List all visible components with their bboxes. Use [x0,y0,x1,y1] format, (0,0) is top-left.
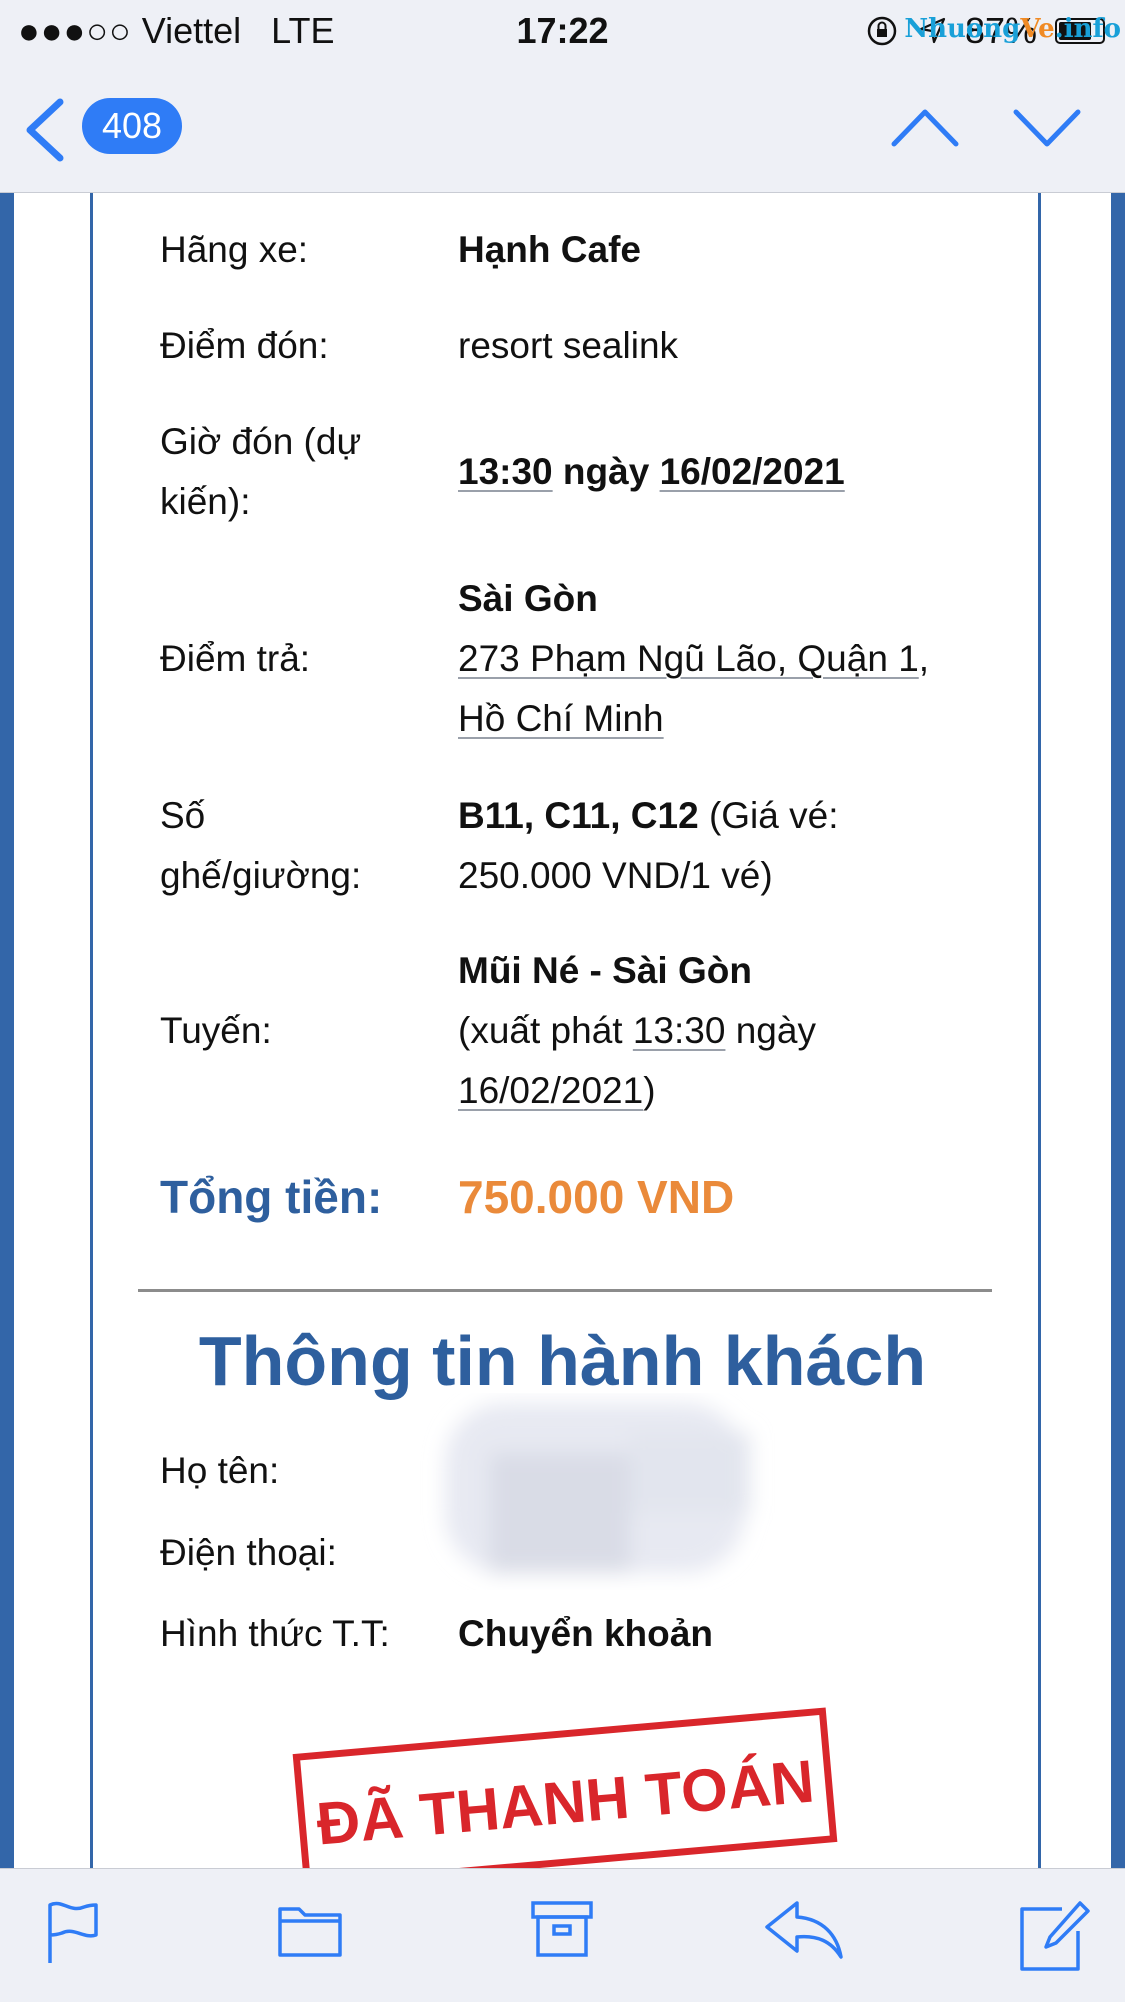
route-name: Mũi Né - Sài Gòn [458,950,752,991]
phone-label: Điện thoại: [160,1532,337,1573]
seats-label: Số ghế/giường: [160,795,362,896]
archive-icon[interactable] [530,1899,594,1959]
route-value: Mũi Né - Sài Gòn (xuất phát 13:30 ngày 1… [458,941,1018,1121]
back-chevron-icon[interactable] [22,98,66,162]
pickup-label: Điểm đón: [160,325,329,366]
pickup-time-value: 13:30 ngày 16/02/2021 [458,451,845,492]
mail-nav-bar: 408 [0,62,1125,193]
pickup-date-link[interactable]: 16/02/2021 [660,451,845,492]
name-label: Họ tên: [160,1450,280,1491]
seat-price: 250.000 VND/1 vé) [458,855,773,896]
unread-count-badge[interactable]: 408 [82,98,182,154]
payment-label: Hình thức T.T: [160,1613,390,1654]
dropoff-address-link[interactable]: 273 Phạm Ngũ Lão, Quận 1 [458,638,919,679]
paid-stamp: ĐÃ THANH TOÁN [292,1707,838,1868]
dropoff-value: Sài Gòn 273 Phạm Ngũ Lão, Quận 1, Hồ Chí… [458,569,1018,749]
redacted-blur [445,1403,750,1573]
payment-value: Chuyển khoản [458,1613,713,1654]
compose-icon[interactable] [1018,1899,1092,1973]
pickup-value: resort sealink [458,325,679,366]
status-bar: ●●●○○ Viettel LTE 17:22 87% NhuongVe.inf… [0,0,1125,62]
bottom-toolbar [0,1868,1125,2002]
previous-message-icon[interactable] [890,102,960,152]
seats-value: B11, C11, C12 (Giá vé: 250.000 VND/1 vé) [458,786,1018,906]
flag-icon[interactable] [44,1899,100,1965]
watermark-logo: NhuongVe.info [904,14,1121,44]
section-divider [138,1289,992,1292]
seat-numbers: B11, C11, C12 [458,795,699,836]
pickup-time-link[interactable]: 13:30 [458,451,553,492]
frame-right-bar [1111,193,1125,1868]
svg-text:ĐÃ THANH TOÁN: ĐÃ THANH TOÁN [314,1747,817,1857]
reply-icon[interactable] [763,1899,845,1961]
frame-left-bar [0,193,14,1868]
route-label: Tuyến: [160,1010,272,1051]
dropoff-label: Điểm trả: [160,638,311,679]
total-label: Tổng tiền: [160,1171,383,1223]
next-message-icon[interactable] [1012,102,1082,152]
carrier-value: Hạnh Cafe [458,229,641,270]
pickup-time-label: Giờ đón (dự kiến): [160,421,362,522]
passenger-section-title: Thông tin hành khách [198,1322,927,1400]
folder-icon[interactable] [277,1899,343,1959]
dropoff-city: Sài Gòn [458,578,598,619]
dropoff-address-link-2[interactable]: Hồ Chí Minh [458,698,664,739]
frame-right-line [1038,193,1041,1868]
rotation-lock-icon [867,16,897,46]
email-body[interactable]: Hãng xe: Hạnh Cafe Điểm đón: resort seal… [0,193,1125,1868]
carrier-label: Hãng xe: [160,229,309,270]
total-value: 750.000 VND [458,1171,735,1223]
frame-left-line [90,193,93,1868]
route-depart-time-link[interactable]: 13:30 [633,1010,726,1051]
route-depart-date-link[interactable]: 16/02/2021 [458,1070,643,1111]
